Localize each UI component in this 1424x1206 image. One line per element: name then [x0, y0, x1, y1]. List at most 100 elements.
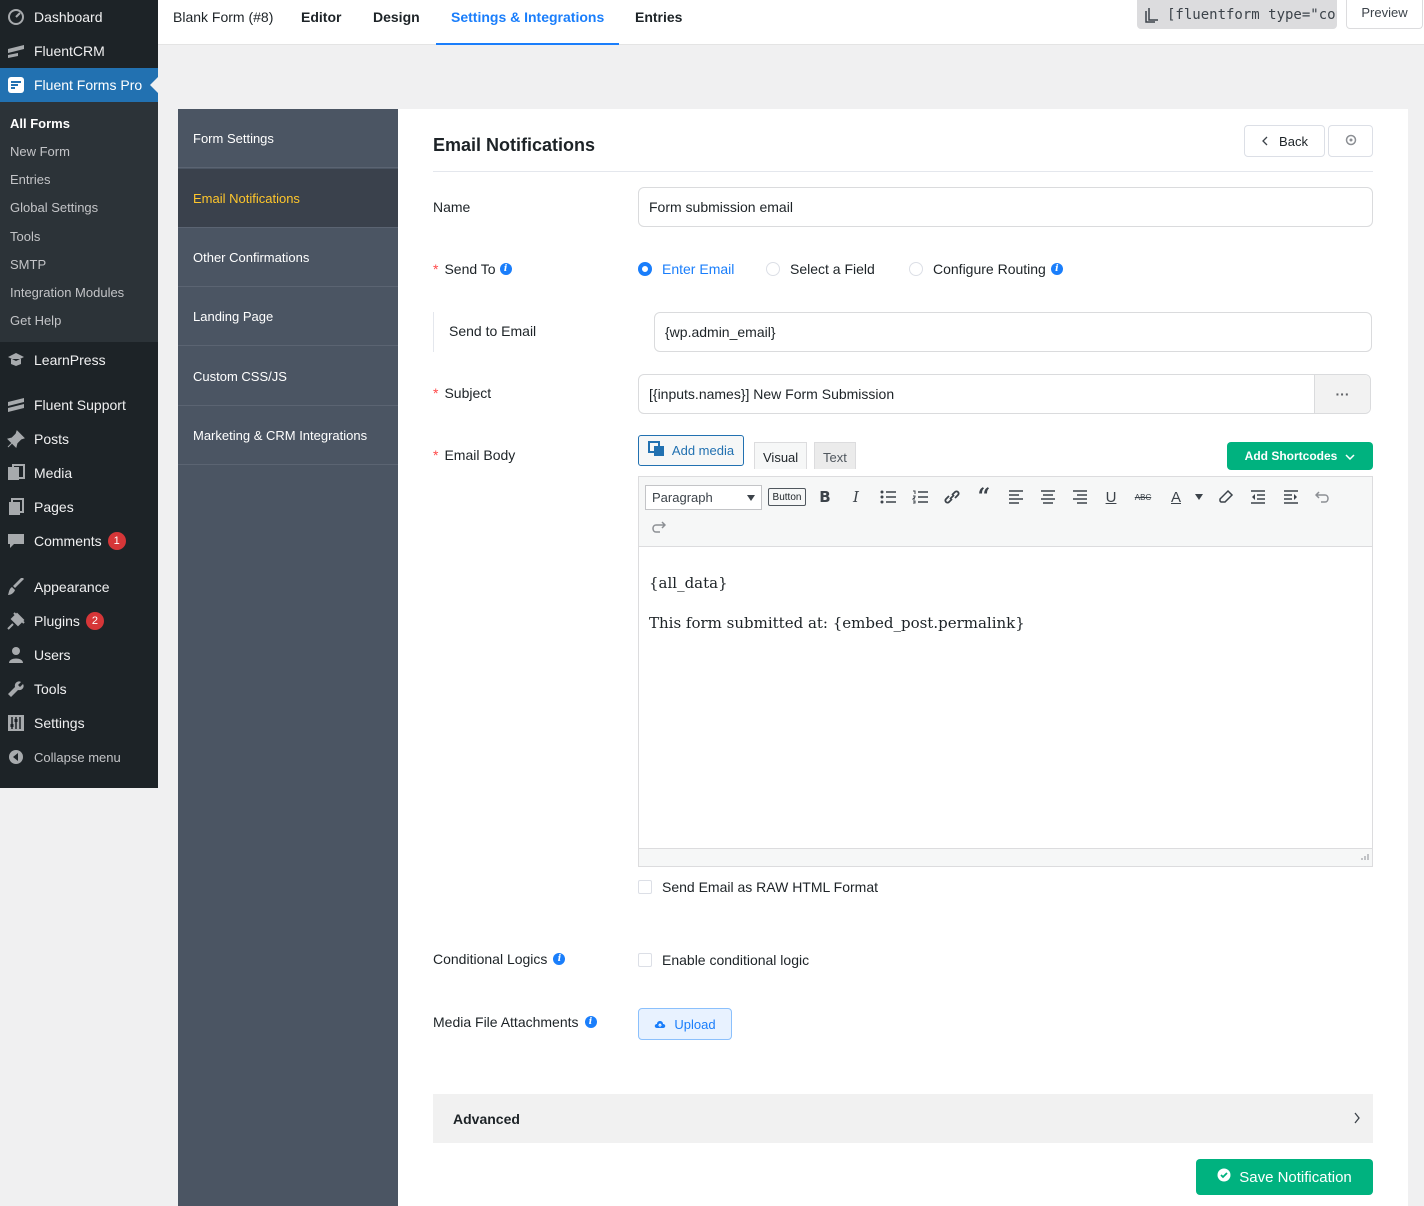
info-icon[interactable]: i [1050, 263, 1063, 275]
name-input[interactable]: Form submission email [638, 187, 1373, 227]
tab-settings-integrations[interactable]: Settings & Integrations [436, 0, 620, 45]
settings-nav-other-confirmations[interactable]: Other Confirmations [178, 228, 398, 287]
submenu-new-form[interactable]: New Form [10, 144, 70, 159]
align-right-icon[interactable] [1068, 485, 1092, 509]
insert-button-tool[interactable]: Button [768, 488, 806, 506]
settings-nav-marketing-crm[interactable]: Marketing & CRM Integrations [178, 406, 398, 465]
pages-icon [6, 497, 26, 517]
bullet-list-icon[interactable] [876, 485, 900, 509]
menu-fluent-forms-pro[interactable]: Fluent Forms Pro [0, 68, 158, 102]
comment-icon [6, 531, 26, 551]
menu-comments[interactable]: Comments 1 [0, 524, 158, 558]
form-name[interactable]: Blank Form (#8) [173, 0, 273, 45]
email-body-editor: Paragraph Button B I “ U ABC A {all_data… [638, 476, 1373, 867]
blockquote-icon[interactable]: “ [972, 484, 996, 510]
menu-settings[interactable]: Settings [0, 706, 158, 740]
menu-plugins[interactable]: Plugins 2 [0, 604, 158, 638]
resize-handle-icon[interactable] [1360, 848, 1369, 864]
tab-visual[interactable]: Visual [754, 442, 808, 469]
underline-icon[interactable]: U [1099, 485, 1123, 509]
strikethrough-icon[interactable]: ABC [1131, 485, 1155, 509]
menu-dashboard[interactable]: Dashboard [0, 0, 158, 34]
submenu-integration-modules[interactable]: Integration Modules [10, 285, 124, 300]
format-select[interactable]: Paragraph [645, 485, 762, 510]
settings-nav-form-settings[interactable]: Form Settings [178, 109, 398, 168]
menu-media[interactable]: Media [0, 456, 158, 490]
tab-entries[interactable]: Entries [635, 0, 682, 45]
preview-button[interactable]: Preview [1346, 0, 1423, 29]
menu-learnpress[interactable]: LearnPress [0, 343, 158, 377]
add-media-button[interactable]: Add media [638, 435, 744, 466]
redo-icon[interactable] [646, 515, 670, 539]
upload-button[interactable]: Upload [638, 1008, 732, 1040]
settings-nav-email-notifications[interactable]: Email Notifications [178, 169, 398, 228]
settings-toggle-button[interactable] [1328, 125, 1373, 157]
shortcode-copy[interactable]: [fluentform type="conver [1137, 0, 1337, 29]
advanced-section-toggle[interactable]: Advanced [433, 1094, 1373, 1143]
submenu-global-settings[interactable]: Global Settings [10, 200, 98, 215]
raw-html-checkbox[interactable]: Send Email as RAW HTML Format [638, 879, 878, 895]
submenu-entries[interactable]: Entries [10, 172, 50, 187]
outdent-icon[interactable] [1246, 485, 1270, 509]
menu-posts[interactable]: Posts [0, 422, 158, 456]
settings-sidebar: Form Settings Email Notifications Other … [178, 109, 398, 1206]
send-to-email-label: Send to Email [449, 323, 537, 339]
menu-tools[interactable]: Tools [0, 672, 158, 706]
collapse-menu-button[interactable]: Collapse menu [0, 740, 158, 774]
menu-pages[interactable]: Pages [0, 490, 158, 524]
conditional-logic-checkbox[interactable]: Enable conditional logic [638, 952, 809, 968]
link-icon[interactable] [940, 485, 964, 509]
clear-formatting-icon[interactable] [1214, 485, 1238, 509]
active-arrow [150, 77, 158, 93]
bold-icon[interactable]: B [813, 485, 837, 509]
submenu-all-forms[interactable]: All Forms [10, 116, 70, 131]
chevron-down-icon [1345, 449, 1355, 463]
info-icon[interactable]: i [584, 1016, 597, 1028]
divider [433, 171, 1373, 172]
editor-toolbar: Paragraph Button B I “ U ABC A [639, 477, 1372, 547]
align-left-icon[interactable] [1004, 485, 1028, 509]
settings-nav-landing-page[interactable]: Landing Page [178, 287, 398, 346]
editor-content[interactable]: {all_data} This form submitted at: {embe… [649, 563, 1025, 643]
tab-design[interactable]: Design [373, 0, 420, 45]
editor-resize-bar[interactable] [639, 848, 1372, 866]
sub-field-indicator [433, 312, 434, 352]
add-shortcodes-button[interactable]: Add Shortcodes [1227, 442, 1373, 470]
subject-input[interactable]: [{inputs.names}] New Form Submission ··· [638, 374, 1371, 414]
info-icon[interactable]: i [499, 263, 512, 275]
info-icon[interactable]: i [553, 953, 566, 965]
menu-fluent-support[interactable]: Fluent Support [0, 388, 158, 422]
menu-users[interactable]: Users [0, 638, 158, 672]
fluent-forms-submenu: All Forms New Form Entries Global Settin… [0, 102, 158, 342]
check-circle-icon [1217, 1168, 1231, 1186]
save-notification-button[interactable]: Save Notification [1196, 1159, 1373, 1195]
caret-down-icon [747, 495, 755, 501]
back-button[interactable]: Back [1244, 125, 1325, 157]
body-line-2: This form submitted at: {embed_post.perm… [649, 614, 1025, 632]
radio-select-field[interactable]: Select a Field [766, 261, 875, 277]
brush-icon [6, 577, 26, 597]
learnpress-icon [6, 350, 26, 370]
align-center-icon[interactable] [1036, 485, 1060, 509]
plugin-icon [6, 611, 26, 631]
send-to-email-input[interactable]: {wp.admin_email} [654, 312, 1372, 352]
add-media-icon [647, 441, 666, 460]
submenu-smtp[interactable]: SMTP [10, 257, 46, 272]
shortcode-more-button[interactable]: ··· [1314, 375, 1370, 413]
pin-icon [6, 429, 26, 449]
text-color-caret-icon[interactable] [1187, 485, 1211, 509]
numbered-list-icon[interactable] [908, 485, 932, 509]
tab-text[interactable]: Text [814, 442, 856, 469]
submenu-tools[interactable]: Tools [10, 229, 40, 244]
submenu-get-help[interactable]: Get Help [10, 313, 61, 328]
tab-editor[interactable]: Editor [301, 0, 341, 45]
indent-icon[interactable] [1279, 485, 1303, 509]
text-color-icon[interactable]: A [1164, 485, 1188, 509]
settings-nav-custom-css-js[interactable]: Custom CSS/JS [178, 347, 398, 406]
undo-icon[interactable] [1311, 485, 1335, 509]
italic-icon[interactable]: I [844, 485, 868, 509]
radio-enter-email[interactable]: Enter Email [638, 261, 734, 277]
radio-configure-routing[interactable]: Configure Routing i [909, 261, 1063, 277]
menu-fluentcrm[interactable]: FluentCRM [0, 34, 158, 68]
menu-appearance[interactable]: Appearance [0, 570, 158, 604]
